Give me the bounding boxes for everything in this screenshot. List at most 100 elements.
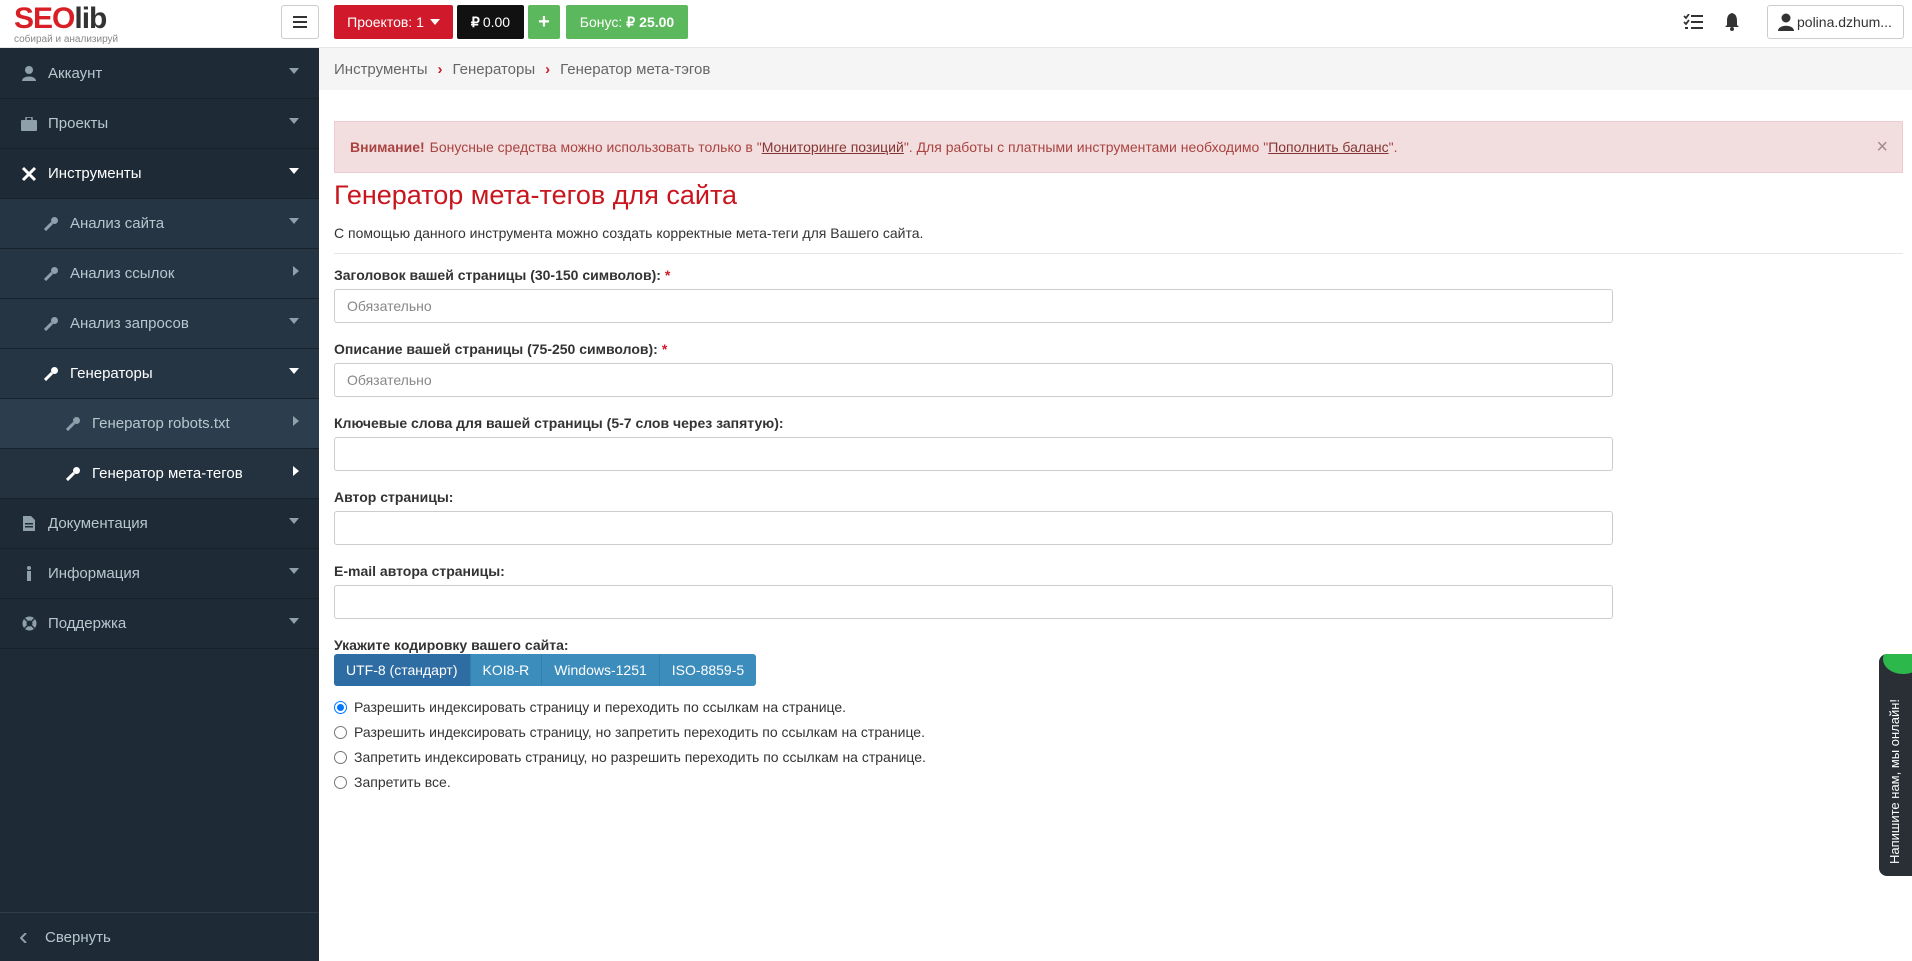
sidebar-item-label: Документация [48, 515, 148, 532]
balance-value: 0.00 [482, 14, 511, 30]
page-title-input[interactable] [334, 289, 1613, 323]
tools-icon [20, 165, 38, 183]
caret-down-icon [289, 168, 299, 174]
robots-option-noindex-follow[interactable]: Запретить индексировать страницу, но раз… [334, 749, 926, 765]
user-menu-button[interactable]: polina.dzhum... [1767, 5, 1904, 39]
sidebar-item-label: Поддержка [48, 615, 127, 632]
radio-label: Запретить индексировать страницу, но раз… [354, 749, 926, 765]
page-title: Генератор мета-тегов для сайта [334, 180, 738, 210]
plus-icon: + [538, 10, 550, 33]
robots-option-deny-all[interactable]: Запретить все. [334, 774, 451, 790]
encoding-utf8-button[interactable]: UTF-8 (стандарт) [334, 654, 471, 686]
monitoring-link[interactable]: Мониторинге позиций [762, 139, 904, 155]
user-icon [1778, 13, 1794, 31]
robots-option-index-follow[interactable]: Разрешить индексировать страницу и перех… [334, 699, 846, 715]
encoding-button-group: UTF-8 (стандарт) KOI8-R Windows-1251 ISO… [334, 654, 757, 686]
caret-right-icon [293, 466, 299, 476]
sidebar-item-label: Анализ сайта [70, 215, 165, 232]
sidebar-item-projects[interactable]: Проекты [0, 99, 319, 149]
sidebar-item-label: Генератор мета-тегов [92, 465, 243, 482]
logo-wordmark: SEOlib [14, 2, 107, 35]
page-description-input[interactable] [334, 363, 1613, 397]
encoding-koi8r-button[interactable]: KOI8-R [470, 654, 543, 686]
radio-button[interactable] [334, 775, 347, 789]
description-field-label: Описание вашей страницы (75-250 символов… [334, 341, 668, 357]
keywords-input[interactable] [334, 437, 1613, 471]
sidebar-item-meta-generator[interactable]: Генератор мета-тегов [0, 449, 319, 499]
sidebar-item-query-analysis[interactable]: Анализ запросов [0, 299, 319, 349]
projects-label: Проектов: 1 [347, 14, 424, 30]
bonus-label: Бонус: [579, 14, 623, 30]
encoding-field-label: Укажите кодировку вашего сайта: [334, 637, 569, 653]
breadcrumb-item[interactable]: Инструменты [334, 61, 428, 78]
sidebar-item-link-analysis[interactable]: Анализ ссылок [0, 249, 319, 299]
encoding-windows1251-button[interactable]: Windows-1251 [542, 654, 660, 686]
sidebar-item-label: Проекты [48, 115, 109, 132]
radio-button[interactable] [334, 700, 347, 714]
caret-down-icon [289, 68, 299, 74]
sidebar-item-support[interactable]: Поддержка [0, 599, 319, 649]
sidebar-item-documentation[interactable]: Документация [0, 499, 319, 549]
user-name: polina.dzhum... [1797, 14, 1892, 30]
menu-toggle-button[interactable] [281, 5, 319, 39]
balance-button[interactable]: ₽ 0.00 [457, 5, 524, 39]
logo[interactable]: SEOlib собирай и анализируй [14, 2, 124, 46]
sidebar-item-tools[interactable]: Инструменты [0, 149, 319, 199]
radio-label: Разрешить индексировать страницу и перех… [354, 699, 847, 715]
alert-text: Бонусные средства можно использовать тол… [429, 139, 762, 155]
sidebar-item-label: Генератор robots.txt [92, 415, 230, 432]
caret-down-icon [289, 618, 299, 624]
breadcrumb-current: Генератор мета-тэгов [560, 60, 711, 78]
wrench-icon [42, 265, 60, 283]
sidebar-collapse-button[interactable]: Свернуть [0, 912, 319, 961]
projects-dropdown-button[interactable]: Проектов: 1 [334, 5, 453, 39]
sidebar-item-information[interactable]: Информация [0, 549, 319, 599]
add-funds-button[interactable]: + [528, 5, 560, 39]
ruble-icon: ₽ [470, 13, 480, 30]
radio-label: Разрешить индексировать страницу, но зап… [354, 724, 925, 740]
wrench-icon [42, 365, 60, 383]
bonus-value: 25.00 [639, 14, 675, 30]
radio-button[interactable] [334, 725, 347, 739]
robots-option-index-nofollow[interactable]: Разрешить индексировать страницу, но зап… [334, 724, 925, 740]
bell-icon[interactable] [1719, 10, 1745, 34]
author-input[interactable] [334, 511, 1613, 545]
divider [334, 253, 1903, 254]
breadcrumb-item[interactable]: Генераторы [453, 61, 536, 78]
online-indicator-icon [1883, 654, 1912, 674]
encoding-iso88595-button[interactable]: ISO-8859-5 [659, 654, 757, 686]
sidebar: Аккаунт Проекты Инструменты Анализ сайта… [0, 48, 319, 961]
chevron-right-icon: › [545, 60, 551, 78]
sidebar-item-robots-generator[interactable]: Генератор robots.txt [0, 399, 319, 449]
alert-text: ". [1388, 139, 1398, 155]
info-icon [20, 565, 38, 583]
close-icon[interactable]: × [1876, 136, 1888, 159]
tasks-icon[interactable] [1680, 10, 1706, 34]
sidebar-item-account[interactable]: Аккаунт [0, 49, 319, 99]
sidebar-item-label: Анализ ссылок [70, 265, 175, 282]
page-description: С помощью данного инструмента можно созд… [334, 225, 924, 241]
bonus-alert: Внимание! Бонусные средства можно исполь… [334, 121, 1903, 173]
sidebar-item-generators[interactable]: Генераторы [0, 349, 319, 399]
top-header: SEOlib собирай и анализируй Проектов: 1 … [0, 0, 1912, 48]
sidebar-item-label: Генераторы [70, 365, 153, 382]
chat-widget-tab[interactable]: Напишите нам, мы онлайн! [1879, 654, 1912, 876]
wrench-icon [42, 315, 60, 333]
author-field-label: Автор страницы: [334, 489, 454, 505]
file-icon [20, 515, 38, 533]
caret-down-icon [429, 19, 440, 25]
caret-down-icon [289, 118, 299, 124]
sidebar-item-site-analysis[interactable]: Анализ сайта [0, 199, 319, 249]
alert-strong: Внимание! [350, 139, 425, 155]
bonus-button[interactable]: Бонус: ₽ 25.00 [566, 5, 688, 39]
breadcrumb: Инструменты › Генераторы › Генератор мет… [319, 48, 1912, 90]
radio-button[interactable] [334, 750, 347, 764]
user-icon [20, 65, 38, 83]
keywords-field-label: Ключевые слова для вашей страницы (5-7 с… [334, 415, 784, 431]
sidebar-item-label: Инструменты [48, 165, 142, 182]
sidebar-item-label: Информация [48, 565, 140, 582]
author-email-input[interactable] [334, 585, 1613, 619]
caret-down-icon [289, 568, 299, 574]
title-field-label: Заголовок вашей страницы (30-150 символо… [334, 267, 671, 283]
top-up-link[interactable]: Пополнить баланс [1268, 139, 1388, 155]
